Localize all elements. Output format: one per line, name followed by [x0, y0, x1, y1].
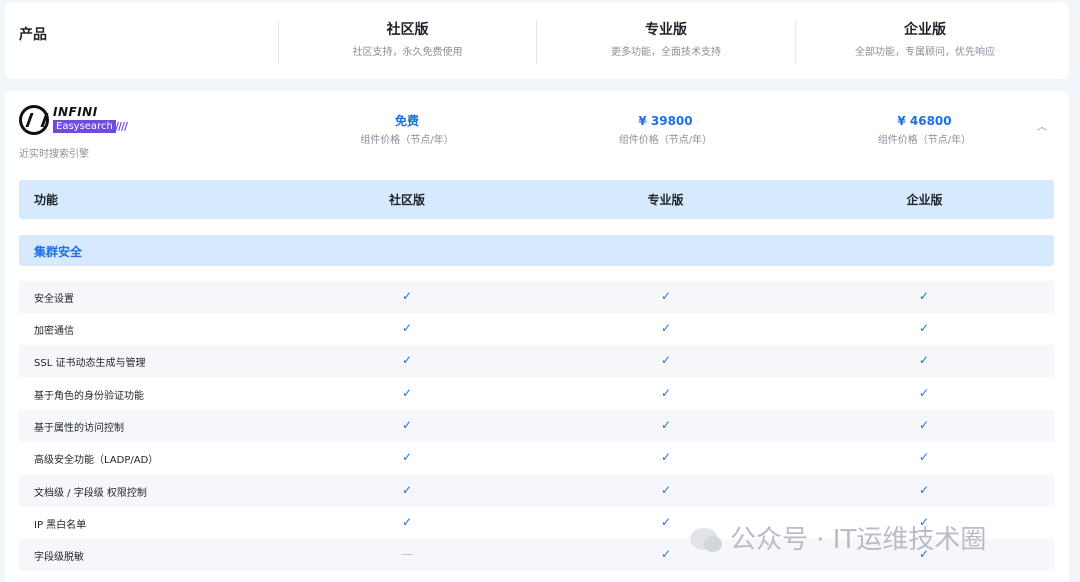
check-icon: ✓ — [660, 547, 672, 561]
watermark-text: 公众号 · IT运维技术圈 — [730, 525, 987, 555]
table-row: 文档级 / 字段级 权限控制 ✓ ✓ ✓ — [19, 475, 1054, 507]
check-icon: ✓ — [401, 386, 413, 400]
check-icon: ✓ — [401, 321, 413, 335]
edition-enterprise: 企业版 全部功能，专属顾问，优先响应 — [795, 20, 1054, 64]
edition-name: 社区版 — [386, 22, 429, 38]
feature-label: 加密通信 — [34, 326, 74, 337]
feature-label: 高级安全功能（LADP/AD） — [34, 455, 159, 466]
check-icon: ✓ — [401, 515, 413, 529]
price-unit: 组件价格（节点/年） — [360, 135, 454, 146]
price-value: ¥ 46800 — [897, 114, 952, 128]
infini-logo-icon — [19, 105, 49, 135]
check-icon: ✓ — [918, 483, 930, 497]
check-icon: ✓ — [660, 353, 672, 367]
edition-name: 专业版 — [645, 22, 687, 38]
section-title: 集群安全 — [34, 245, 83, 259]
check-icon: ✓ — [918, 418, 930, 432]
header-professional: 专业版 — [647, 193, 684, 207]
check-icon: ✓ — [660, 450, 672, 464]
check-icon: ✓ — [660, 418, 672, 432]
edition-description: 全部功能，专属顾问，优先响应 — [855, 47, 995, 58]
edition-description: 社区支持，永久免费使用 — [352, 47, 463, 58]
check-icon: ✓ — [660, 289, 672, 303]
feature-label: 基于角色的身份验证功能 — [34, 391, 144, 402]
logo-wordmark-bottom: Easysearch — [53, 120, 116, 133]
check-icon: ✓ — [918, 321, 930, 335]
wechat-icon — [690, 528, 722, 552]
price-unit: 组件价格（节点/年） — [618, 135, 713, 146]
product-tagline: 近实时搜索引擎 — [19, 149, 89, 160]
infini-easysearch-logo: INFINI Easysearch //// — [19, 103, 139, 135]
chevron-up-icon[interactable]: ︿ — [1037, 123, 1047, 133]
logo-wordmark-top: INFINI — [53, 105, 98, 119]
check-icon: ✓ — [401, 353, 413, 367]
header-community: 社区版 — [388, 193, 425, 207]
not-included-icon: — — [401, 547, 413, 561]
header-enterprise: 企业版 — [906, 193, 943, 207]
feature-table-header: 功能 社区版 专业版 企业版 — [19, 180, 1054, 219]
feature-label: 文档级 / 字段级 权限控制 — [34, 488, 147, 499]
check-icon: ✓ — [660, 321, 672, 335]
table-row: 安全设置 ✓ ✓ ✓ — [19, 281, 1054, 313]
feature-label: 安全设置 — [34, 294, 74, 305]
price-unit: 组件价格（节点/年） — [877, 135, 972, 146]
check-icon: ✓ — [401, 450, 413, 464]
feature-label: SSL 证书动态生成与管理 — [34, 358, 146, 369]
check-icon: ✓ — [918, 353, 930, 367]
check-icon: ✓ — [918, 289, 930, 303]
price-enterprise: ¥ 46800 组件价格（节点/年） — [795, 112, 1054, 148]
feature-label: 字段级脱敏 — [34, 552, 84, 563]
check-icon: ✓ — [918, 386, 930, 400]
check-icon: ✓ — [660, 386, 672, 400]
header-feature: 功能 — [34, 193, 59, 207]
section-cluster-security[interactable]: 集群安全 — [19, 235, 1054, 266]
check-icon: ✓ — [401, 483, 413, 497]
table-row: 基于属性的访问控制 ✓ ✓ ✓ — [19, 410, 1054, 442]
product-column-label: 产品 — [19, 27, 47, 43]
feature-label: IP 黑白名单 — [34, 520, 87, 531]
product-card: INFINI Easysearch //// 近实时搜索引擎 免费 组件价格（节… — [5, 91, 1069, 582]
price-professional: ¥ 39800 组件价格（节点/年） — [536, 112, 795, 148]
edition-professional: 专业版 更多功能，全面技术支持 — [536, 20, 795, 64]
table-row: SSL 证书动态生成与管理 ✓ ✓ ✓ — [19, 345, 1054, 377]
price-community: 免费 组件价格（节点/年） — [278, 112, 536, 148]
edition-description: 更多功能，全面技术支持 — [611, 47, 721, 58]
logo-stripes: //// — [115, 120, 128, 133]
table-row: 高级安全功能（LADP/AD） ✓ ✓ ✓ — [19, 442, 1054, 474]
check-icon: ✓ — [660, 483, 672, 497]
edition-name: 企业版 — [904, 22, 946, 38]
check-icon: ✓ — [401, 289, 413, 303]
table-row: 加密通信 ✓ ✓ ✓ — [19, 313, 1054, 345]
edition-community: 社区版 社区支持，永久免费使用 — [278, 20, 536, 64]
check-icon: ✓ — [401, 418, 413, 432]
edition-header-card: 产品 社区版 社区支持，永久免费使用 专业版 更多功能，全面技术支持 企业版 全… — [5, 2, 1069, 79]
table-row: 基于角色的身份验证功能 ✓ ✓ ✓ — [19, 378, 1054, 410]
feature-label: 基于属性的访问控制 — [34, 423, 124, 434]
check-icon: ✓ — [918, 450, 930, 464]
check-icon: ✓ — [660, 515, 672, 529]
price-value: ¥ 39800 — [638, 114, 693, 128]
price-value: 免费 — [394, 114, 419, 128]
